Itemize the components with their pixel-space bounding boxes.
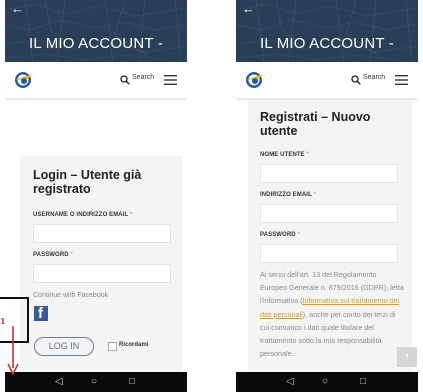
search-label[interactable]: Search: [363, 74, 385, 81]
page-header-banner: ← IL MIO ACCOUNT -: [236, 0, 418, 62]
back-nav-icon[interactable]: ◁: [55, 372, 63, 392]
annotation-arrow-icon: [7, 326, 19, 376]
password-input[interactable]: [33, 264, 171, 283]
required-asterisk: *: [313, 192, 316, 198]
username-input[interactable]: [33, 224, 171, 243]
android-nav-bar: ◁ ○ □: [236, 372, 418, 392]
register-card-title: Registrati – Nuovo utente: [260, 110, 371, 138]
map-pattern-background: [5, 0, 187, 62]
facebook-login-text[interactable]: Continue with Facebook: [33, 292, 108, 299]
facebook-icon[interactable]: f: [34, 305, 48, 322]
site-logo[interactable]: [12, 70, 34, 90]
email-label-text: INDIRIZZO EMAIL: [260, 192, 312, 198]
home-nav-icon[interactable]: ○: [91, 372, 97, 392]
username-label-text: USERNAME O INDIRIZZO EMAIL: [33, 212, 129, 218]
remember-me-label: Ricordami: [119, 342, 149, 348]
annotation-number: 1: [0, 316, 6, 326]
top-navbar: Search: [5, 62, 187, 98]
password-label: PASSWORD *: [33, 252, 73, 258]
site-logo[interactable]: [243, 70, 265, 90]
hamburger-menu-icon[interactable]: [164, 75, 177, 85]
search-icon[interactable]: [351, 75, 361, 85]
new-username-input[interactable]: [260, 164, 398, 183]
register-card: Registrati – Nuovo utente NOME UTENTE * …: [248, 100, 412, 372]
required-asterisk: *: [306, 152, 309, 158]
top-navbar: Search: [236, 62, 418, 98]
home-nav-icon[interactable]: ○: [322, 372, 328, 392]
gdpr-consent-text: Ai sensi dell'art. 13 del Regolamento Eu…: [260, 268, 405, 360]
email-input[interactable]: [260, 204, 398, 223]
recents-nav-icon[interactable]: □: [360, 372, 366, 392]
page-title: IL MIO ACCOUNT -: [28, 35, 164, 52]
recents-nav-icon[interactable]: □: [129, 372, 135, 392]
remember-me-checkbox[interactable]: [108, 342, 117, 351]
scroll-to-top-button[interactable]: ↑: [397, 347, 417, 367]
search-icon[interactable]: [120, 75, 130, 85]
login-button[interactable]: LOG IN: [34, 337, 94, 356]
required-asterisk: *: [70, 252, 73, 258]
back-arrow-icon[interactable]: ←: [242, 2, 255, 16]
required-asterisk: *: [129, 212, 133, 218]
login-card: Login – Utente già registrato USERNAME O…: [20, 156, 182, 372]
new-username-label-text: NOME UTENTE: [260, 152, 305, 158]
email-label: INDIRIZZO EMAIL *: [260, 192, 316, 198]
new-password-label-text: PASSWORD: [260, 232, 296, 238]
password-label-text: PASSWORD: [33, 252, 69, 258]
android-nav-bar: ◁ ○ □: [5, 372, 187, 392]
login-screen: ← IL MIO ACCOUNT - Search Login – Utente…: [5, 0, 187, 392]
back-arrow-icon[interactable]: ←: [11, 2, 24, 16]
new-password-input[interactable]: [260, 244, 398, 263]
new-password-label: PASSWORD *: [260, 232, 300, 238]
required-asterisk: *: [297, 232, 300, 238]
map-pattern-background: [236, 0, 418, 62]
page-title: IL MIO ACCOUNT -: [259, 35, 395, 52]
register-screen: ← IL MIO ACCOUNT - Search Registrati – N…: [236, 0, 418, 392]
login-card-title: Login – Utente già registrato: [33, 168, 142, 196]
facebook-glyph: f: [38, 305, 43, 322]
username-label: USERNAME O INDIRIZZO EMAIL *: [33, 212, 132, 218]
hamburger-menu-icon[interactable]: [395, 75, 408, 85]
new-username-label: NOME UTENTE *: [260, 152, 309, 158]
search-label[interactable]: Search: [132, 74, 154, 81]
page-header-banner: ← IL MIO ACCOUNT -: [5, 0, 187, 62]
back-nav-icon[interactable]: ◁: [286, 372, 294, 392]
